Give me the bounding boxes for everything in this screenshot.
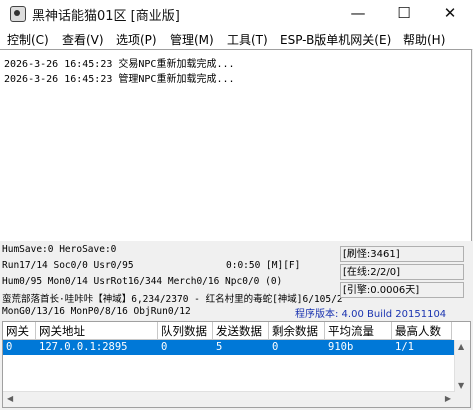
status-hum-line: Hum0/95 Mon0/14 UsrRot16/344 Merch0/16 N… (2, 276, 283, 287)
status-run-line: Run17/14 Soc0/0 Usr0/95 (2, 260, 134, 271)
scrollbar-corner (455, 392, 470, 407)
cell-remaining: 0 (272, 341, 279, 353)
cell-traffic: 910b (328, 341, 354, 353)
col-gateway-address[interactable]: 网关地址 (36, 322, 158, 340)
menu-help[interactable]: 帮助(H) (403, 31, 445, 48)
menu-control[interactable]: 控制(C) (7, 31, 49, 48)
title-bar: 黑神话能猫01区 [商业版] — ☐ ✕ (0, 0, 473, 28)
scroll-right-icon[interactable]: ▶ (445, 394, 451, 403)
col-remaining-data[interactable]: 剩余数据 (269, 322, 325, 340)
online-count-box: [在线:2/2/0] (340, 264, 464, 280)
col-send-data[interactable]: 发送数据 (213, 322, 269, 340)
status-monster-line: 蛮荒部落首长·哇咔咔【神域】6,234/2370 - 红名村里的毒蛇[神域]6/… (2, 294, 343, 305)
app-icon (10, 6, 26, 22)
col-max-users[interactable]: 最高人数 (392, 322, 452, 340)
log-line: 2026-3-26 16:45:23 交易NPC重新加载完成... (4, 59, 235, 70)
program-version: 程序版本: 4.00 Build 20151104 (295, 309, 447, 320)
log-line: 2026-3-26 16:45:23 管理NPC重新加载完成... (4, 74, 235, 85)
refresh-monster-box: [刷怪:3461] (340, 246, 464, 262)
cell-gateway: 0 (6, 341, 13, 353)
engine-box: [引擎:0.0006天] (340, 282, 464, 298)
scroll-down-icon[interactable]: ▼ (458, 381, 464, 390)
col-gateway[interactable]: 网关 (3, 322, 36, 340)
scroll-up-icon[interactable]: ▲ (458, 342, 464, 351)
status-save-line: HumSave:0 HeroSave:0 (2, 244, 117, 255)
gateway-table[interactable]: 网关 网关地址 队列数据 发送数据 剩余数据 平均流量 最高人数 0 127.0… (2, 321, 471, 408)
cell-max-users: 1/1 (395, 341, 414, 353)
status-mong-line: MonG0/13/16 MonP0/8/16 ObjRun0/12 (2, 306, 191, 317)
col-average-traffic[interactable]: 平均流量 (325, 322, 392, 340)
minimize-button[interactable]: — (335, 0, 381, 28)
maximize-button[interactable]: ☐ (381, 0, 427, 28)
menu-options[interactable]: 选项(P) (116, 31, 157, 48)
menu-view[interactable]: 查看(V) (62, 31, 104, 48)
menu-bar: 控制(C) 查看(V) 选项(P) 管理(M) 工具(T) ESP-B版单机网关… (0, 28, 473, 50)
close-button[interactable]: ✕ (427, 0, 473, 28)
menu-tools[interactable]: 工具(T) (227, 31, 268, 48)
cell-queue: 0 (161, 341, 168, 353)
vertical-scrollbar[interactable]: ▲ ▼ (454, 340, 470, 392)
status-uptime: 0:0:50 [M][F] (226, 260, 301, 271)
col-queue-data[interactable]: 队列数据 (158, 322, 213, 340)
log-textarea[interactable]: 2026-3-26 16:45:23 交易NPC重新加载完成... 2026-3… (0, 49, 472, 242)
cell-send: 5 (216, 341, 223, 353)
cell-address: 127.0.0.1:2895 (39, 341, 128, 353)
window-title: 黑神话能猫01区 [商业版] (32, 9, 180, 24)
table-row[interactable]: 0 127.0.0.1:2895 0 5 0 910b 1/1 (3, 340, 457, 355)
menu-manage[interactable]: 管理(M) (170, 31, 214, 48)
menu-esp-gateway[interactable]: ESP-B版单机网关(E) (280, 31, 391, 48)
horizontal-scrollbar[interactable]: ◀ ▶ (3, 391, 455, 407)
scroll-left-icon[interactable]: ◀ (7, 394, 13, 403)
